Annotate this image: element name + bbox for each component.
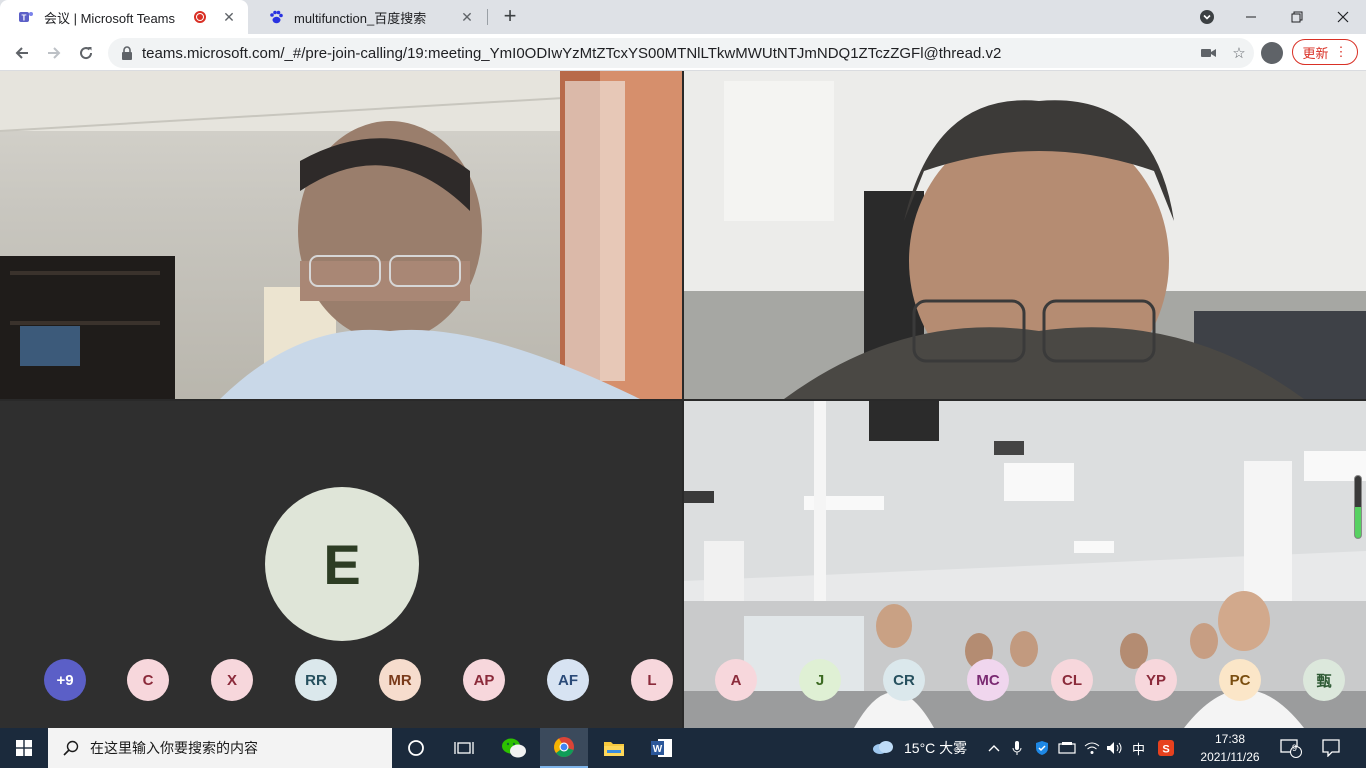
participant-video-2[interactable] bbox=[684, 71, 1366, 399]
show-hidden-icons-icon[interactable] bbox=[988, 728, 1000, 768]
tab-strip: T 会议 | Microsoft Teams ✕ multifunction_百… bbox=[0, 0, 1366, 34]
update-button[interactable]: 更新 ⋮ bbox=[1292, 39, 1358, 65]
baidu-paw-icon bbox=[268, 9, 284, 25]
tab-search-icon[interactable] bbox=[1184, 0, 1230, 34]
camera-in-use-icon[interactable] bbox=[1194, 38, 1224, 68]
taskbar-clock[interactable]: 17:38 2021/11/26 bbox=[1190, 730, 1270, 766]
network-icon[interactable] bbox=[1084, 728, 1100, 768]
participant-avatar-chip[interactable]: CR bbox=[883, 659, 925, 701]
participant-avatar-chip[interactable]: CL bbox=[1051, 659, 1093, 701]
teams-icon: T bbox=[18, 9, 34, 25]
weather-text: 15°C 大雾 bbox=[904, 740, 968, 756]
new-tab-icon[interactable]: + bbox=[498, 4, 522, 28]
participant-avatar-chip[interactable]: C bbox=[127, 659, 169, 701]
meeting-stage: E +9 C X RR MR AP AF L A J CR MC CL YP P… bbox=[0, 71, 1366, 728]
cloud-icon bbox=[872, 740, 894, 757]
word-icon[interactable]: W bbox=[638, 728, 686, 768]
action-center-icon[interactable] bbox=[1322, 728, 1340, 768]
participant-avatar-chip[interactable]: X bbox=[211, 659, 253, 701]
profile-avatar-icon[interactable] bbox=[1261, 42, 1283, 64]
taskbar-search-box[interactable]: 在这里输入你要搜索的内容 bbox=[48, 728, 392, 768]
more-menu-icon: ⋮ bbox=[1334, 44, 1348, 59]
volume-icon[interactable] bbox=[1106, 728, 1124, 768]
wechat-icon[interactable] bbox=[490, 728, 538, 768]
security-shield-icon[interactable] bbox=[1034, 728, 1050, 768]
sogou-input-icon[interactable]: S bbox=[1158, 728, 1174, 768]
microphone-icon[interactable] bbox=[1012, 728, 1022, 768]
windows-start-icon[interactable] bbox=[0, 728, 48, 768]
participant-avatar-chip[interactable]: 甄 bbox=[1303, 659, 1345, 701]
participant-avatar-chip[interactable]: YP bbox=[1135, 659, 1177, 701]
reload-icon[interactable] bbox=[72, 39, 100, 67]
search-icon bbox=[62, 739, 80, 757]
video-frame-office bbox=[0, 71, 682, 399]
video-frame-lab-office bbox=[684, 71, 1366, 399]
weather-widget[interactable]: 15°C 大雾 bbox=[872, 728, 967, 768]
tab-title: multifunction_百度搜索 bbox=[294, 10, 427, 26]
ime-indicator[interactable]: 中 bbox=[1132, 728, 1145, 768]
overflow-participants-chip[interactable]: +9 bbox=[44, 659, 86, 701]
mic-level-meter bbox=[1354, 475, 1362, 539]
participant-avatar-large: E bbox=[265, 487, 419, 641]
participant-video-1[interactable] bbox=[0, 71, 682, 399]
address-bar[interactable]: teams.microsoft.com/_#/pre-join-calling/… bbox=[108, 38, 1254, 68]
search-placeholder: 在这里输入你要搜索的内容 bbox=[90, 740, 258, 756]
tab-separator bbox=[487, 9, 488, 25]
participant-avatar-chip[interactable]: AF bbox=[547, 659, 589, 701]
clock-date: 2021/11/26 bbox=[1200, 750, 1260, 764]
svg-text:W: W bbox=[653, 744, 663, 755]
notification-count: 9 bbox=[1292, 743, 1298, 753]
participant-avatar-chip[interactable]: AP bbox=[463, 659, 505, 701]
lock-icon[interactable] bbox=[120, 46, 134, 60]
svg-text:T: T bbox=[22, 14, 27, 23]
file-explorer-icon[interactable] bbox=[590, 728, 638, 768]
device-icon[interactable] bbox=[1058, 728, 1076, 768]
close-tab-icon[interactable]: ✕ bbox=[458, 9, 476, 26]
close-tab-icon[interactable]: ✕ bbox=[220, 9, 238, 26]
chrome-icon[interactable] bbox=[540, 728, 588, 768]
notification-icon[interactable]: 9 bbox=[1280, 728, 1302, 768]
restore-icon[interactable] bbox=[1274, 0, 1320, 34]
participant-avatar-chip[interactable]: J bbox=[799, 659, 841, 701]
minimize-icon[interactable] bbox=[1228, 0, 1274, 34]
participant-avatar-chip[interactable]: A bbox=[715, 659, 757, 701]
cortana-icon[interactable] bbox=[392, 728, 440, 768]
clock-time: 17:38 bbox=[1214, 732, 1246, 746]
back-icon[interactable] bbox=[8, 39, 36, 67]
windows-taskbar: 在这里输入你要搜索的内容 W 15°C 大雾 中 S 17:38 2021/11… bbox=[0, 728, 1366, 768]
participant-avatar-chip[interactable]: L bbox=[631, 659, 673, 701]
participant-avatar-chip[interactable]: MR bbox=[379, 659, 421, 701]
bookmark-star-icon[interactable]: ☆ bbox=[1224, 38, 1254, 68]
task-view-icon[interactable] bbox=[440, 728, 488, 768]
svg-text:S: S bbox=[1162, 744, 1169, 756]
tab-teams[interactable]: T 会议 | Microsoft Teams ✕ bbox=[0, 0, 248, 34]
close-window-icon[interactable] bbox=[1320, 0, 1366, 34]
recording-indicator-icon bbox=[194, 11, 206, 23]
tab-baidu[interactable]: multifunction_百度搜索 ✕ bbox=[250, 0, 486, 34]
browser-toolbar: teams.microsoft.com/_#/pre-join-calling/… bbox=[0, 34, 1366, 71]
forward-icon[interactable] bbox=[40, 39, 68, 67]
tab-title: 会议 | Microsoft Teams bbox=[44, 10, 175, 26]
participant-avatar-chip[interactable]: RR bbox=[295, 659, 337, 701]
update-label: 更新 bbox=[1302, 45, 1329, 61]
participant-avatar-chip[interactable]: MC bbox=[967, 659, 1009, 701]
participant-roster: +9 C X RR MR AP AF L A J CR MC CL YP PC 甄 bbox=[0, 659, 1366, 703]
url-text[interactable]: teams.microsoft.com/_#/pre-join-calling/… bbox=[142, 45, 1194, 62]
participant-avatar-chip[interactable]: PC bbox=[1219, 659, 1261, 701]
